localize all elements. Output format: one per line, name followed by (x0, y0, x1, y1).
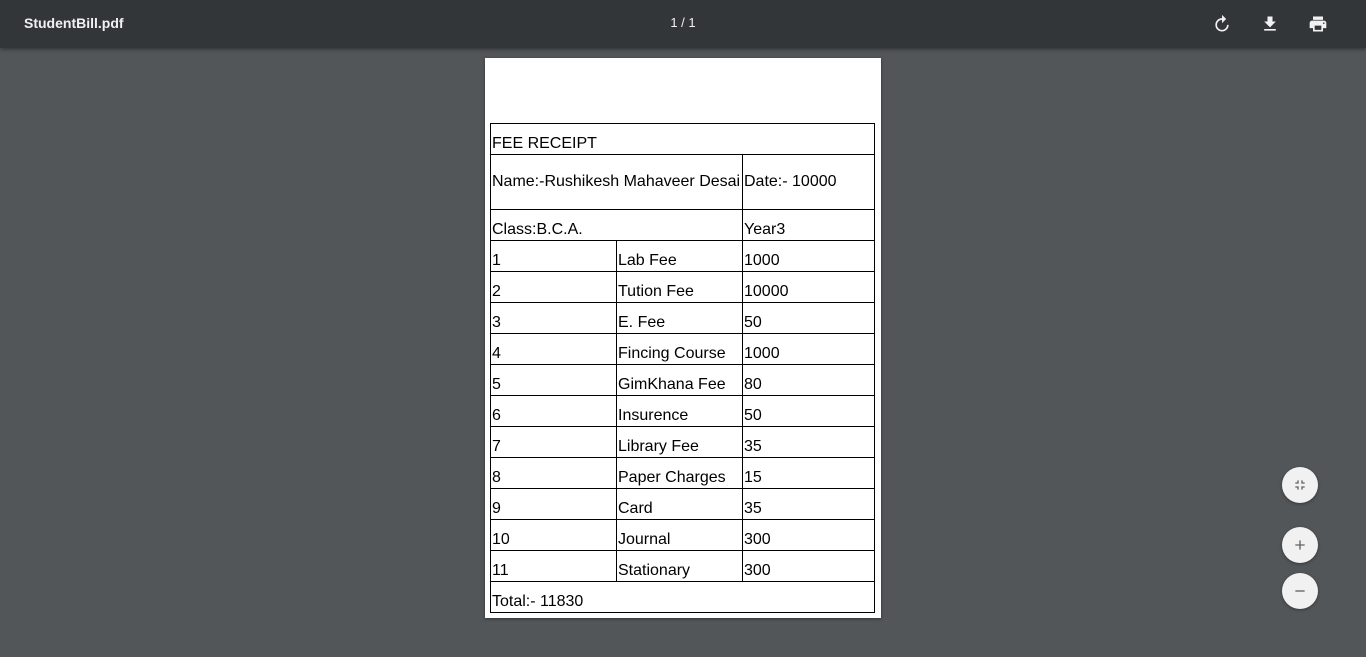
fee-item-name: Tution Fee (616, 271, 743, 303)
fee-item-number: 10 (490, 519, 617, 551)
fee-item-amount: 35 (742, 488, 875, 520)
fee-item-name: Fincing Course (616, 333, 743, 365)
fee-item-row: 3 E. Fee 50 (490, 302, 875, 334)
fee-item-number: 11 (490, 550, 617, 582)
fit-to-page-icon (1295, 480, 1305, 490)
fee-item-row: 9 Card 35 (490, 488, 875, 520)
fee-item-row: 4 Fincing Course 1000 (490, 333, 875, 365)
fee-item-name: Lab Fee (616, 240, 743, 272)
fee-item-row: 11 Stationary 300 (490, 550, 875, 582)
fee-item-name: Stationary (616, 550, 743, 582)
fee-item-amount: 35 (742, 426, 875, 458)
receipt-name-row: Name:-Rushikesh Mahaveer Desai Date:- 10… (490, 154, 875, 210)
fee-item-amount: 300 (742, 519, 875, 551)
fit-to-page-button[interactable] (1282, 467, 1318, 503)
rotate-button[interactable] (1210, 12, 1234, 36)
fee-item-amount: 10000 (742, 271, 875, 303)
receipt-title: FEE RECEIPT (490, 123, 875, 155)
fee-item-row: 1 Lab Fee 1000 (490, 240, 875, 272)
fee-item-name: Journal (616, 519, 743, 551)
fee-receipt-table: FEE RECEIPT Name:-Rushikesh Mahaveer Des… (490, 123, 875, 613)
fee-item-name: Insurence (616, 395, 743, 427)
fee-item-number: 3 (490, 302, 617, 334)
receipt-date: Date:- 10000 (742, 154, 875, 210)
fee-item-number: 7 (490, 426, 617, 458)
file-title: StudentBill.pdf (24, 15, 124, 31)
fee-item-row: 6 Insurence 50 (490, 395, 875, 427)
receipt-class-row: Class:B.C.A. Year3 (490, 209, 875, 241)
download-button[interactable] (1258, 12, 1282, 36)
fee-item-name: E. Fee (616, 302, 743, 334)
print-icon (1309, 16, 1327, 32)
fee-item-amount: 80 (742, 364, 875, 396)
fee-item-name: Library Fee (616, 426, 743, 458)
receipt-title-row: FEE RECEIPT (490, 123, 875, 155)
fee-item-row: 7 Library Fee 35 (490, 426, 875, 458)
fee-item-number: 1 (490, 240, 617, 272)
pdf-viewer-area[interactable]: FEE RECEIPT Name:-Rushikesh Mahaveer Des… (0, 48, 1366, 657)
print-button[interactable] (1306, 12, 1330, 36)
download-icon (1264, 16, 1276, 31)
zoom-in-icon (1295, 540, 1305, 550)
zoom-out-icon (1295, 590, 1305, 592)
student-class: Class:B.C.A. (490, 209, 743, 241)
student-name: Name:-Rushikesh Mahaveer Desai (490, 154, 743, 210)
fee-item-number: 2 (490, 271, 617, 303)
fee-item-row: 2 Tution Fee 10000 (490, 271, 875, 303)
fee-item-name: Card (616, 488, 743, 520)
fee-item-amount: 15 (742, 457, 875, 489)
pdf-toolbar: StudentBill.pdf 1 / 1 (0, 0, 1366, 48)
fee-item-number: 5 (490, 364, 617, 396)
zoom-in-button[interactable] (1282, 527, 1318, 563)
fee-item-row: 10 Journal 300 (490, 519, 875, 551)
page-indicator: 1 / 1 (670, 15, 696, 30)
fee-item-number: 4 (490, 333, 617, 365)
fee-item-amount: 50 (742, 395, 875, 427)
receipt-total-row: Total:- 11830 (490, 581, 875, 613)
fee-item-name: GimKhana Fee (616, 364, 743, 396)
fee-item-row: 8 Paper Charges 15 (490, 457, 875, 489)
fee-item-amount: 50 (742, 302, 875, 334)
fee-item-number: 8 (490, 457, 617, 489)
zoom-out-button[interactable] (1282, 573, 1318, 609)
receipt-total: Total:- 11830 (490, 581, 875, 613)
fee-item-name: Paper Charges (616, 457, 743, 489)
fee-item-number: 9 (490, 488, 617, 520)
fee-item-number: 6 (490, 395, 617, 427)
fee-item-amount: 1000 (742, 240, 875, 272)
student-year: Year3 (742, 209, 875, 241)
fee-item-row: 5 GimKhana Fee 80 (490, 364, 875, 396)
fee-item-amount: 1000 (742, 333, 875, 365)
rotate-icon (1215, 14, 1229, 32)
pdf-page: FEE RECEIPT Name:-Rushikesh Mahaveer Des… (485, 58, 881, 618)
fee-item-amount: 300 (742, 550, 875, 582)
